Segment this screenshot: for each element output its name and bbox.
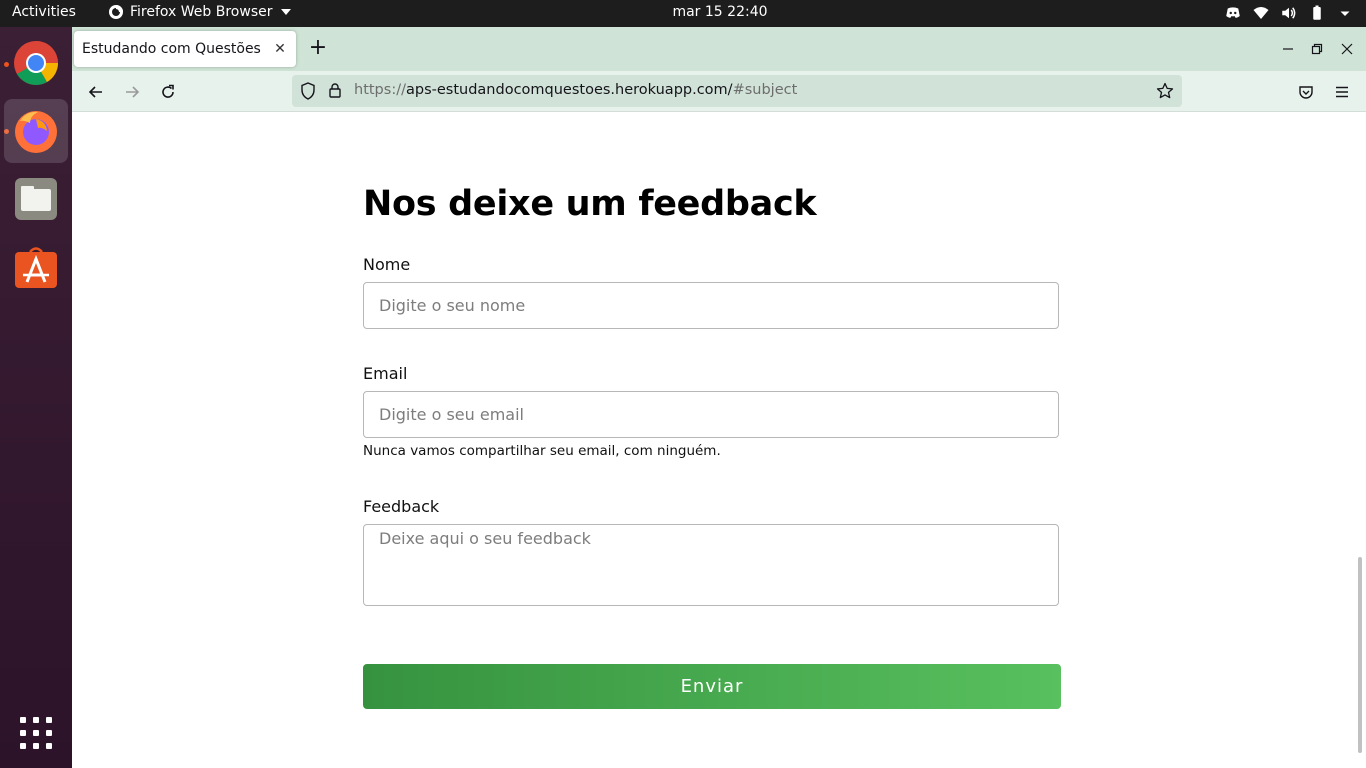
feedback-label: Feedback — [363, 497, 440, 516]
name-label: Nome — [363, 255, 411, 274]
url-bar[interactable]: https://aps-estudandocomquestoes.herokua… — [292, 75, 1182, 107]
app-menu-button[interactable] — [1329, 79, 1355, 105]
minimize-icon — [1283, 48, 1293, 50]
show-applications-grid-icon[interactable] — [20, 717, 52, 749]
pocket-button[interactable] — [1293, 79, 1319, 105]
close-tab-icon[interactable]: ✕ — [272, 41, 288, 57]
app-menu-label: Firefox Web Browser — [130, 4, 273, 20]
hamburger-menu-icon — [1336, 86, 1348, 98]
dock-chrome[interactable] — [4, 31, 68, 95]
back-button[interactable] — [83, 79, 109, 105]
dock-firefox[interactable] — [4, 99, 68, 163]
restore-icon — [1311, 43, 1323, 55]
dock — [0, 27, 72, 768]
power-menu-icon[interactable] — [1336, 4, 1354, 22]
url-text[interactable]: https://aps-estudandocomquestoes.herokua… — [354, 82, 797, 98]
files-icon — [15, 178, 57, 220]
lock-icon[interactable] — [328, 82, 342, 98]
battery-icon[interactable] — [1308, 4, 1326, 22]
bookmark-star-icon[interactable] — [1156, 82, 1174, 100]
arrow-left-icon — [88, 86, 102, 98]
url-scheme: https:// — [354, 82, 406, 98]
tracking-protection-shield-icon[interactable] — [300, 82, 316, 100]
forward-button[interactable] — [119, 79, 145, 105]
url-hash: #subject — [732, 82, 798, 98]
volume-icon[interactable] — [1280, 4, 1298, 22]
feedback-textarea[interactable] — [363, 524, 1059, 606]
system-tray[interactable] — [1224, 4, 1354, 22]
new-tab-button[interactable]: + — [306, 37, 330, 61]
app-menu[interactable]: Firefox Web Browser — [108, 4, 291, 20]
tab-active[interactable]: Estudando com Questões ✕ — [74, 31, 296, 67]
tab-strip: Estudando com Questões ✕ + — [72, 27, 1366, 71]
url-domain: aps-estudandocomquestoes.herokuapp.com/ — [405, 82, 733, 98]
page-scrollbar[interactable] — [1358, 557, 1362, 753]
submit-button[interactable]: Enviar — [363, 664, 1061, 709]
email-label: Email — [363, 364, 408, 383]
clock[interactable]: mar 15 22:40 — [672, 4, 767, 20]
firefox-mini-icon — [109, 5, 123, 19]
pocket-icon — [1299, 86, 1313, 99]
tab-title: Estudando com Questões — [82, 41, 261, 57]
chrome-icon — [14, 41, 58, 85]
system-top-bar: Activities Firefox Web Browser mar 15 22… — [0, 0, 1366, 27]
email-help-text: Nunca vamos compartilhar seu email, com … — [363, 443, 721, 459]
name-input[interactable] — [363, 282, 1059, 329]
navigation-toolbar: https://aps-estudandocomquestoes.herokua… — [72, 71, 1366, 112]
page-title: Nos deixe um feedback — [363, 184, 817, 224]
discord-icon[interactable] — [1224, 4, 1242, 22]
arrow-right-icon — [126, 86, 140, 98]
wifi-icon[interactable] — [1252, 4, 1270, 22]
software-store-icon — [15, 247, 57, 288]
activities-button[interactable]: Activities — [12, 4, 76, 20]
dock-software[interactable] — [4, 235, 68, 299]
minimize-window-button[interactable] — [1278, 39, 1298, 59]
email-input[interactable] — [363, 391, 1059, 438]
reload-icon — [162, 84, 174, 98]
reload-button[interactable] — [155, 79, 181, 105]
close-icon — [1341, 43, 1353, 55]
chevron-down-icon — [280, 9, 291, 15]
dock-files[interactable] — [4, 167, 68, 231]
page-content: Nos deixe um feedback Nome Email Nunca v… — [72, 112, 1366, 768]
maximize-window-button[interactable] — [1307, 39, 1327, 59]
close-window-button[interactable] — [1337, 39, 1357, 59]
firefox-icon — [15, 111, 57, 153]
